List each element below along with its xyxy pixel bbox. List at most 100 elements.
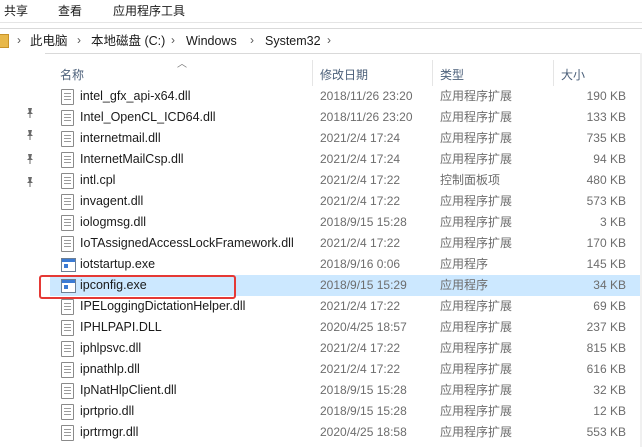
file-date: 2021/2/4 17:22: [320, 341, 401, 355]
file-date: 2018/11/26 23:20: [320, 110, 413, 124]
chevron-right-icon[interactable]: ›: [17, 33, 21, 47]
pin-icon[interactable]: [24, 107, 36, 119]
file-size: 34 KB: [593, 278, 626, 292]
file-date: 2018/9/15 15:29: [320, 278, 407, 292]
file-size: 573 KB: [586, 194, 626, 208]
file-date: 2021/2/4 17:22: [320, 194, 401, 208]
tab-view[interactable]: 查看: [58, 3, 82, 19]
chevron-right-icon[interactable]: ›: [250, 33, 254, 47]
file-size: 616 KB: [586, 362, 626, 376]
file-type: 应用程序扩展: [440, 362, 513, 376]
file-row[interactable]: IpNatHlpClient.dll 2018/9/15 15:28 应用程序扩展 3…: [50, 380, 642, 401]
file-row[interactable]: iprtprio.dll 2018/9/15 15:28 应用程序扩展 12 KB: [50, 401, 642, 422]
breadcrumb-this-pc[interactable]: 此电脑: [30, 34, 68, 48]
file-icon: [61, 89, 74, 105]
file-name: ipnathlp.dll: [80, 362, 140, 376]
navigation-pane: [0, 53, 45, 447]
pin-icon[interactable]: [24, 129, 36, 141]
file-row[interactable]: InternetMailCsp.dll 2021/2/4 17:24 应用程序扩展 9…: [50, 149, 642, 170]
breadcrumb-windows[interactable]: Windows: [186, 34, 237, 48]
file-icon: [61, 425, 74, 441]
file-icon: [61, 194, 74, 210]
column-size[interactable]: 大小: [561, 66, 585, 83]
file-size: 815 KB: [586, 341, 626, 355]
file-size: 145 KB: [586, 257, 626, 271]
file-name: iologmsg.dll: [80, 215, 147, 229]
column-header: ︿ 名称 修改日期 类型 大小: [50, 59, 642, 86]
file-date: 2020/4/25 18:57: [320, 320, 407, 334]
file-row[interactable]: ipnathlp.dll 2021/2/4 17:22 应用程序扩展 616 KB: [50, 359, 642, 380]
pin-icon[interactable]: [24, 153, 36, 165]
file-type: 应用程序扩展: [440, 152, 513, 166]
file-row[interactable]: IoTAssignedAccessLockFramework.dll 2021/2…: [50, 233, 642, 254]
file-date: 2018/9/16 0:06: [320, 257, 401, 271]
column-divider[interactable]: [432, 60, 433, 86]
file-type: 应用程序扩展: [440, 341, 513, 355]
highlight-box: [39, 275, 236, 299]
file-date: 2021/2/4 17:22: [320, 236, 401, 250]
file-name: IPELoggingDictationHelper.dll: [80, 299, 246, 313]
file-icon: [61, 362, 74, 378]
tab-app-tools[interactable]: 应用程序工具: [113, 3, 185, 19]
file-date: 2018/9/15 15:28: [320, 383, 407, 397]
file-type: 应用程序扩展: [440, 320, 513, 334]
file-row[interactable]: iprtrmgr.dll 2020/4/25 18:58 应用程序扩展 553 KB: [50, 422, 642, 443]
file-icon: [61, 152, 74, 168]
file-type: 应用程序扩展: [440, 299, 513, 313]
file-date: 2021/2/4 17:24: [320, 152, 401, 166]
column-divider[interactable]: [312, 60, 313, 86]
breadcrumb-local-disk[interactable]: 本地磁盘 (C:): [91, 34, 165, 48]
file-size: 32 KB: [593, 383, 626, 397]
file-type: 应用程序扩展: [440, 215, 513, 229]
ribbon: 共享 查看 应用程序工具: [0, 0, 642, 23]
file-type: 应用程序扩展: [440, 383, 513, 397]
file-type: 应用程序扩展: [440, 89, 513, 103]
file-type: 应用程序扩展: [440, 194, 513, 208]
address-bar[interactable]: › 此电脑 › 本地磁盘 (C:) › Windows › System32 ›: [0, 28, 642, 54]
tab-share[interactable]: 共享: [4, 3, 28, 19]
file-icon: [61, 320, 74, 336]
application-icon: [61, 258, 76, 272]
file-date: 2020/4/25 18:58: [320, 425, 407, 439]
sort-up-icon: ︿: [177, 59, 187, 70]
file-row[interactable]: IPELoggingDictationHelper.dll 2021/2/4 17…: [50, 296, 642, 317]
file-row[interactable]: Intel_OpenCL_ICD64.dll 2018/11/26 23:20 应用…: [50, 107, 642, 128]
breadcrumb-system32[interactable]: System32: [265, 34, 321, 48]
file-name: iprtrmgr.dll: [80, 425, 139, 439]
file-name: intel_gfx_api-x64.dll: [80, 89, 191, 103]
file-icon: [61, 299, 74, 315]
file-row[interactable]: invagent.dll 2021/2/4 17:22 应用程序扩展 573 KB: [50, 191, 642, 212]
file-type: 应用程序: [440, 257, 489, 271]
file-icon: [61, 236, 74, 252]
column-divider[interactable]: [553, 60, 554, 86]
file-icon: [61, 404, 74, 420]
file-type: 应用程序扩展: [440, 131, 513, 145]
file-size: 735 KB: [586, 131, 626, 145]
file-row[interactable]: IPHLPAPI.DLL 2020/4/25 18:57 应用程序扩展 237 KB: [50, 317, 642, 338]
file-row[interactable]: iologmsg.dll 2018/9/15 15:28 应用程序扩展 3 KB: [50, 212, 642, 233]
file-type: 应用程序: [440, 278, 489, 292]
chevron-right-icon[interactable]: ›: [171, 33, 175, 47]
file-date: 2021/2/4 17:24: [320, 131, 401, 145]
file-size: 133 KB: [586, 110, 626, 124]
file-date: 2018/9/15 15:28: [320, 215, 407, 229]
file-name: iprtprio.dll: [80, 404, 135, 418]
chevron-right-icon[interactable]: ›: [77, 33, 81, 47]
file-date: 2018/9/15 15:28: [320, 404, 407, 418]
file-row[interactable]: intel_gfx_api-x64.dll 2018/11/26 23:20 应用程…: [50, 86, 642, 107]
file-type: 应用程序扩展: [440, 404, 513, 418]
file-type: 应用程序扩展: [440, 425, 513, 439]
file-row[interactable]: iphlpsvc.dll 2021/2/4 17:22 应用程序扩展 815 KB: [50, 338, 642, 359]
file-row[interactable]: internetmail.dll 2021/2/4 17:24 应用程序扩展 735 …: [50, 128, 642, 149]
file-name: IpNatHlpClient.dll: [80, 383, 177, 397]
file-date: 2018/11/26 23:20: [320, 89, 413, 103]
folder-icon: [0, 34, 9, 48]
column-type[interactable]: 类型: [440, 66, 464, 83]
file-row[interactable]: intl.cpl 2021/2/4 17:22 控制面板项 480 KB: [50, 170, 642, 191]
column-date[interactable]: 修改日期: [320, 66, 368, 83]
pin-icon[interactable]: [24, 176, 36, 188]
chevron-right-icon[interactable]: ›: [327, 33, 331, 47]
file-row[interactable]: iotstartup.exe 2018/9/16 0:06 应用程序 145 KB: [50, 254, 642, 275]
file-icon: [61, 383, 74, 399]
column-name[interactable]: 名称: [60, 66, 84, 83]
